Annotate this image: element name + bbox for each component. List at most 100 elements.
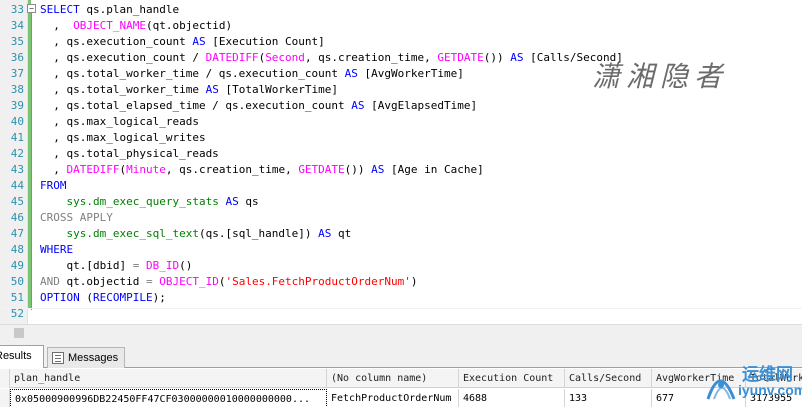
code-line[interactable]: , qs.total_worker_time AS [TotalWorkerTi… (40, 82, 338, 98)
code-token: , qs.total_worker_time (40, 83, 206, 96)
code-line[interactable]: , qs.total_elapsed_time / qs.execution_c… (40, 98, 477, 114)
line-number: 35 (10, 35, 24, 48)
code-line[interactable]: , qs.max_logical_writes (40, 130, 206, 146)
line-number: 38 (10, 83, 24, 96)
code-token: qs (238, 195, 259, 208)
code-token: , (40, 163, 67, 176)
code-token: () (179, 259, 193, 272)
code-line[interactable]: , DATEDIFF(Minute, qs.creation_time, GET… (40, 162, 484, 178)
line-number: 47 (10, 227, 24, 240)
table-cell[interactable]: 133 (565, 389, 652, 407)
column-header[interactable]: (No column name) (327, 369, 459, 388)
code-token: ); (152, 291, 166, 304)
code-token: , qs.creation_time, (304, 51, 438, 64)
code-token: AS (192, 35, 206, 48)
column-header[interactable]: plan_handle (10, 369, 327, 388)
line-number-gutter: 33 34 35 36 37 38 39 40 41 42 43 44 45 46 47 48 49 50 51 52 (0, 0, 28, 324)
code-line[interactable]: , qs.total_physical_reads (40, 146, 219, 162)
line-number: 49 (10, 259, 24, 272)
code-line[interactable]: SELECT qs.plan_handle (40, 2, 179, 18)
table-cell[interactable]: 4688 (459, 389, 565, 407)
code-token: SELECT (40, 3, 80, 16)
tab-results[interactable]: Results (0, 345, 44, 368)
code-line[interactable]: , qs.max_logical_reads (40, 114, 199, 130)
column-header[interactable]: Execution Count (459, 369, 565, 388)
code-token: ()) (344, 163, 372, 176)
code-token: (qs.[sql_handle]) (198, 227, 319, 240)
line-number: 33 (10, 3, 24, 16)
line-number: 45 (10, 195, 24, 208)
code-line[interactable]: , qs.execution_count AS [Execution Count… (40, 34, 325, 50)
code-token: AS (510, 51, 524, 64)
code-token: [AvgElapsedTime] (364, 99, 478, 112)
row-header-corner[interactable] (0, 369, 10, 388)
code-token: , (40, 19, 74, 32)
code-line[interactable]: , OBJECT_NAME(qt.objectid) (40, 18, 232, 34)
code-token: , qs.execution_count (40, 35, 193, 48)
editor-horizontal-scrollbar[interactable] (0, 324, 802, 341)
line-number: 34 (10, 19, 24, 32)
code-line[interactable]: WHERE (40, 242, 73, 258)
code-token: , qs.total_physical_reads (40, 147, 219, 160)
code-token: qt (331, 227, 352, 240)
line-number: 41 (10, 131, 24, 144)
table-cell[interactable]: FetchProductOrderNum (327, 389, 459, 407)
code-line[interactable]: AND qt.objectid = OBJECT_ID('Sales.Fetch… (40, 274, 418, 290)
sql-editor[interactable]: 33 34 35 36 37 38 39 40 41 42 43 44 45 46 47 48 49 50 51 52… (0, 0, 802, 324)
code-line[interactable]: , qs.total_worker_time / qs.execution_co… (40, 66, 464, 82)
messages-icon (52, 352, 64, 364)
collapse-toggle-icon[interactable]: − (27, 4, 36, 13)
code-line[interactable]: OPTION (RECOMPILE); (40, 290, 166, 306)
column-header[interactable]: Calls/Second (565, 369, 652, 388)
code-line[interactable]: sys.dm_exec_query_stats AS qs (40, 194, 259, 210)
code-token: 'Sales.FetchProductOrderNum' (225, 275, 411, 288)
line-number: 44 (10, 179, 24, 192)
code-token: GETDATE (437, 51, 484, 64)
code-token: DB_ID (145, 259, 180, 272)
scrollbar-thumb[interactable] (14, 328, 24, 338)
code-line[interactable]: sys.dm_exec_sql_text(qs.[sql_handle]) AS… (40, 226, 352, 242)
results-tab-strip: Results Messages (0, 341, 802, 368)
outline-guide (31, 10, 32, 310)
code-line[interactable]: , qs.execution_count / DATEDIFF(Second, … (40, 50, 623, 66)
code-line[interactable]: FROM (40, 178, 67, 194)
code-token: = (145, 275, 153, 288)
code-token: FROM (40, 179, 67, 192)
line-number: 50 (10, 275, 24, 288)
grid-header-row: plan_handle (No column name) Execution C… (0, 369, 802, 388)
logo-text-en: iyunv.com (738, 382, 802, 398)
code-token: [AvgWorkerTime] (357, 67, 464, 80)
code-token: CROSS APPLY (40, 211, 113, 224)
line-number: 39 (10, 99, 24, 112)
code-token: AS (344, 67, 358, 80)
table-row[interactable]: 0x05000900996DB22450FF47CF03000000010000… (0, 389, 802, 407)
table-cell[interactable]: 0x05000900996DB22450FF47CF03000000010000… (10, 389, 327, 407)
tab-messages[interactable]: Messages (47, 347, 125, 368)
code-token: [Age in Cache] (384, 163, 484, 176)
code-token: , qs.creation_time, (165, 163, 299, 176)
code-token: AS (318, 227, 332, 240)
code-token: ()) (483, 51, 511, 64)
code-token: Second (265, 51, 305, 64)
code-token: DATEDIFF (205, 51, 259, 64)
code-token: WHERE (40, 243, 74, 256)
code-token: AND (40, 275, 60, 288)
code-token: , qs.max_logical_reads (40, 115, 199, 128)
tab-messages-label: Messages (68, 352, 119, 364)
row-header[interactable] (0, 389, 10, 407)
code-token: , qs.max_logical_writes (40, 131, 206, 144)
code-token: AS (351, 99, 365, 112)
code-token: [Execution Count] (205, 35, 325, 48)
results-grid[interactable]: plan_handle (No column name) Execution C… (0, 368, 802, 407)
code-token: , qs.execution_count / (40, 51, 206, 64)
code-line[interactable]: qt.[dbid] = DB_ID() (40, 258, 192, 274)
tab-results-label: Results (0, 350, 32, 362)
line-number: 37 (10, 67, 24, 80)
line-number: 46 (10, 211, 24, 224)
code-token: AS (205, 83, 219, 96)
code-token: ( (79, 291, 93, 304)
code-token: sys.dm_exec_query_stats (66, 195, 219, 208)
code-line[interactable]: CROSS APPLY (40, 210, 113, 226)
